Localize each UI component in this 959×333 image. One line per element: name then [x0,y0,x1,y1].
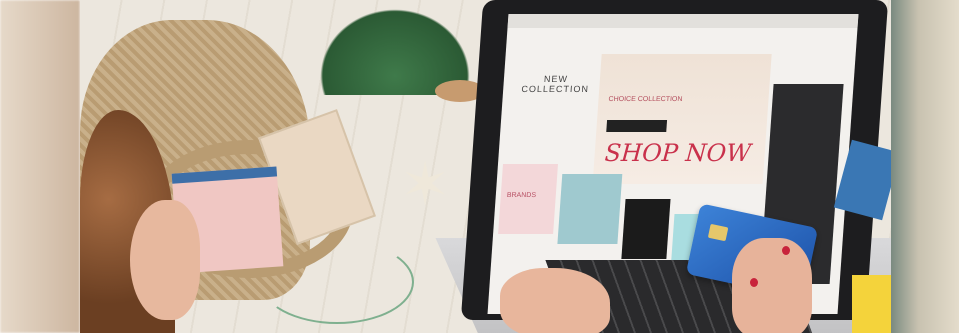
photo-frame: ✶ NEW COLLECTION CHOICE COLLECTION SHOP … [0,0,959,333]
brands-label: BRANDS [506,192,537,199]
shop-now-text: SHOP NOW [603,139,752,167]
banner-button [606,120,668,132]
photo-online-shopping: ✶ NEW COLLECTION CHOICE COLLECTION SHOP … [80,0,891,333]
banner-subtitle: CHOICE COLLECTION [608,96,683,103]
starfish-icon: ✶ [400,151,451,218]
product-tile [557,174,623,244]
website-header [507,14,859,28]
earphones [260,240,414,324]
left-blur-edge [0,0,80,333]
right-hand [732,238,812,333]
yellow-object [852,275,891,333]
brands-tile: BRANDS [498,164,558,234]
new-collection-label: NEW COLLECTION [521,74,590,94]
woman-face [130,200,200,320]
product-tile [621,199,671,259]
fingernail [750,278,758,287]
card-chip-icon [707,223,729,242]
fingernail [782,246,790,255]
shop-banner: CHOICE COLLECTION SHOP NOW [592,54,772,184]
right-blur-edge [891,0,959,333]
left-hand [500,268,610,333]
